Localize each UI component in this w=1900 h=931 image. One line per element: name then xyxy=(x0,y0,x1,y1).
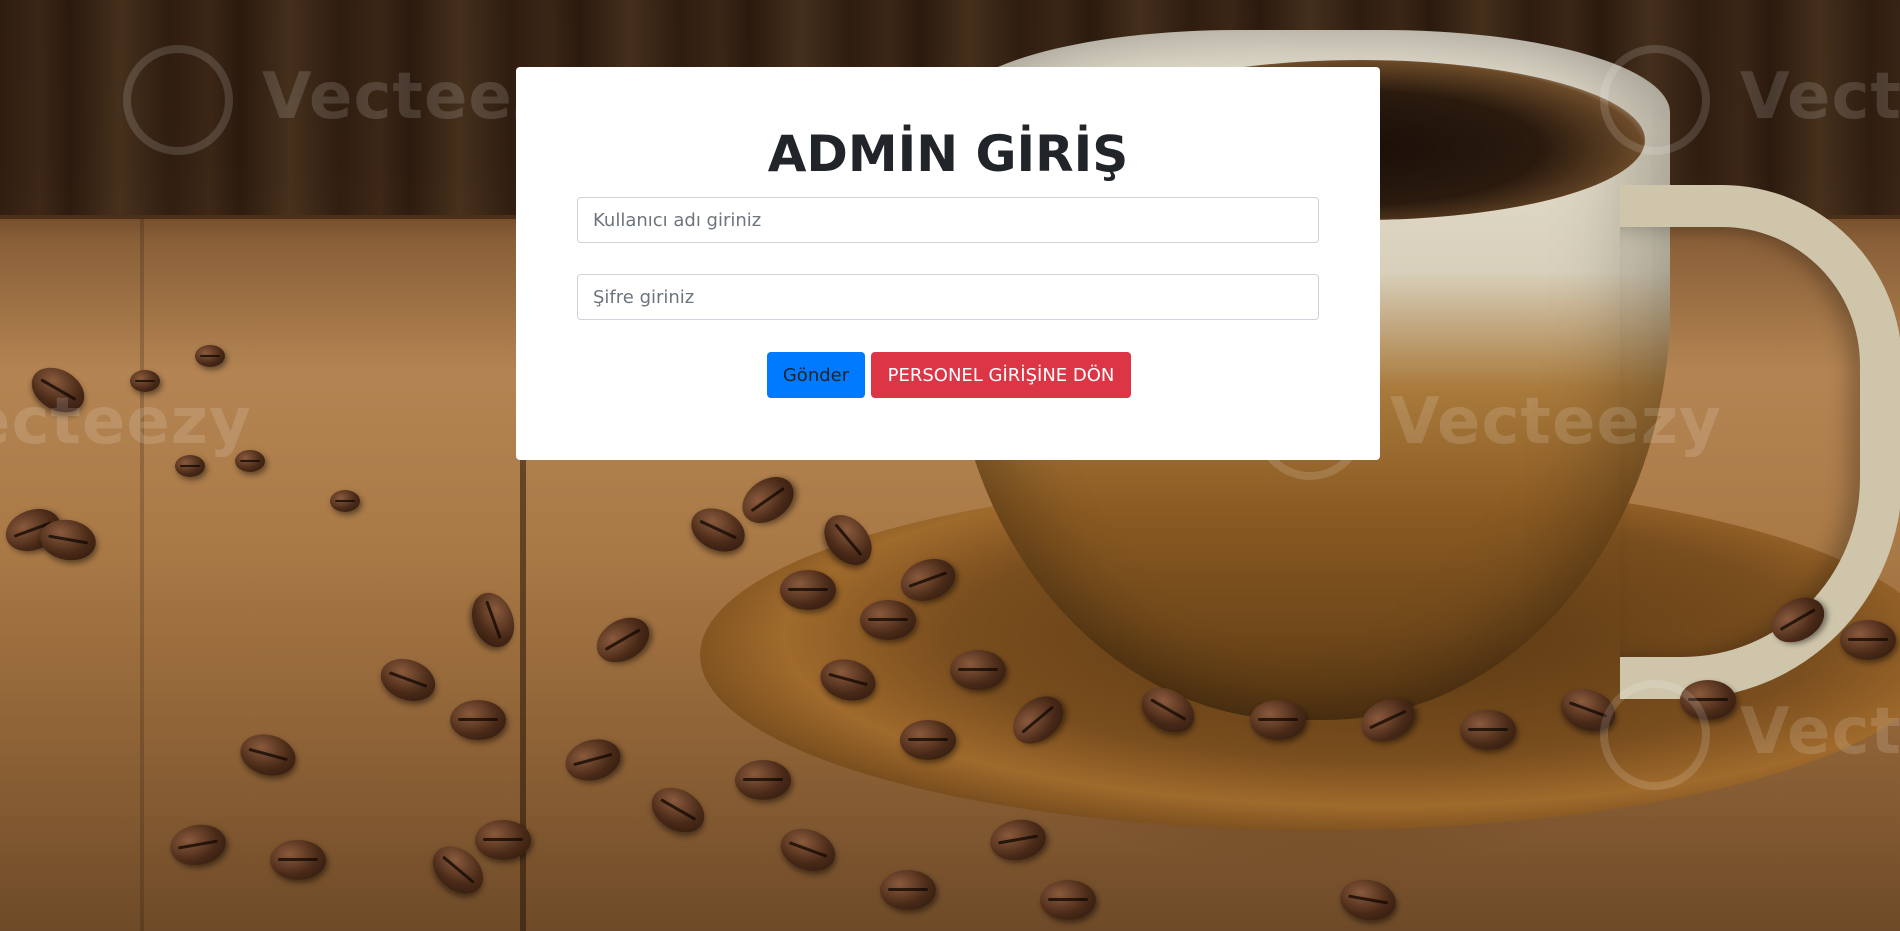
coffee-bean xyxy=(950,650,1006,690)
watermark-logo-icon xyxy=(1600,680,1710,790)
back-to-staff-login-button[interactable]: PERSONEL GİRİŞİNE DÖN xyxy=(871,352,1131,398)
coffee-bean xyxy=(374,651,442,709)
coffee-bean xyxy=(450,700,506,740)
coffee-bean xyxy=(1460,710,1516,750)
coffee-bean xyxy=(880,870,936,910)
coffee-bean xyxy=(1840,620,1896,660)
watermark-logo-icon xyxy=(123,45,233,155)
watermark-text: Vecteezy xyxy=(0,385,252,459)
coffee-bean xyxy=(475,820,531,860)
coffee-bean xyxy=(464,586,522,654)
submit-button[interactable]: Gönder xyxy=(767,352,865,398)
watermark-text: Vecteezy xyxy=(1740,695,1900,769)
coffee-bean xyxy=(166,820,230,870)
background-plank-line xyxy=(140,219,144,931)
coffee-bean xyxy=(735,760,791,800)
coffee-bean xyxy=(1250,700,1306,740)
coffee-bean xyxy=(195,345,225,367)
coffee-bean xyxy=(733,467,803,533)
coffee-bean xyxy=(560,733,626,787)
password-input[interactable] xyxy=(577,274,1319,320)
coffee-bean xyxy=(780,570,836,610)
admin-login-card: ADMİN GİRİŞ Gönder PERSONEL GİRİŞİNE DÖN xyxy=(516,67,1380,460)
coffee-bean xyxy=(860,600,916,640)
coffee-bean xyxy=(986,815,1050,865)
username-input[interactable] xyxy=(577,197,1319,243)
coffee-bean xyxy=(330,490,360,512)
coffee-bean xyxy=(1040,880,1096,920)
coffee-bean xyxy=(270,840,326,880)
watermark-text: Vecteezy xyxy=(1740,60,1900,134)
page-title: ADMİN GİRİŞ xyxy=(767,125,1129,183)
coffee-bean xyxy=(643,778,713,842)
watermark-text: Vecteezy xyxy=(1390,385,1722,459)
coffee-bean xyxy=(235,728,301,782)
watermark-logo-icon xyxy=(1600,45,1710,155)
coffee-bean xyxy=(588,608,658,672)
background-plank-line xyxy=(520,460,526,931)
coffee-bean xyxy=(1336,875,1400,925)
coffee-bean xyxy=(900,720,956,760)
coffee-bean xyxy=(774,821,842,879)
